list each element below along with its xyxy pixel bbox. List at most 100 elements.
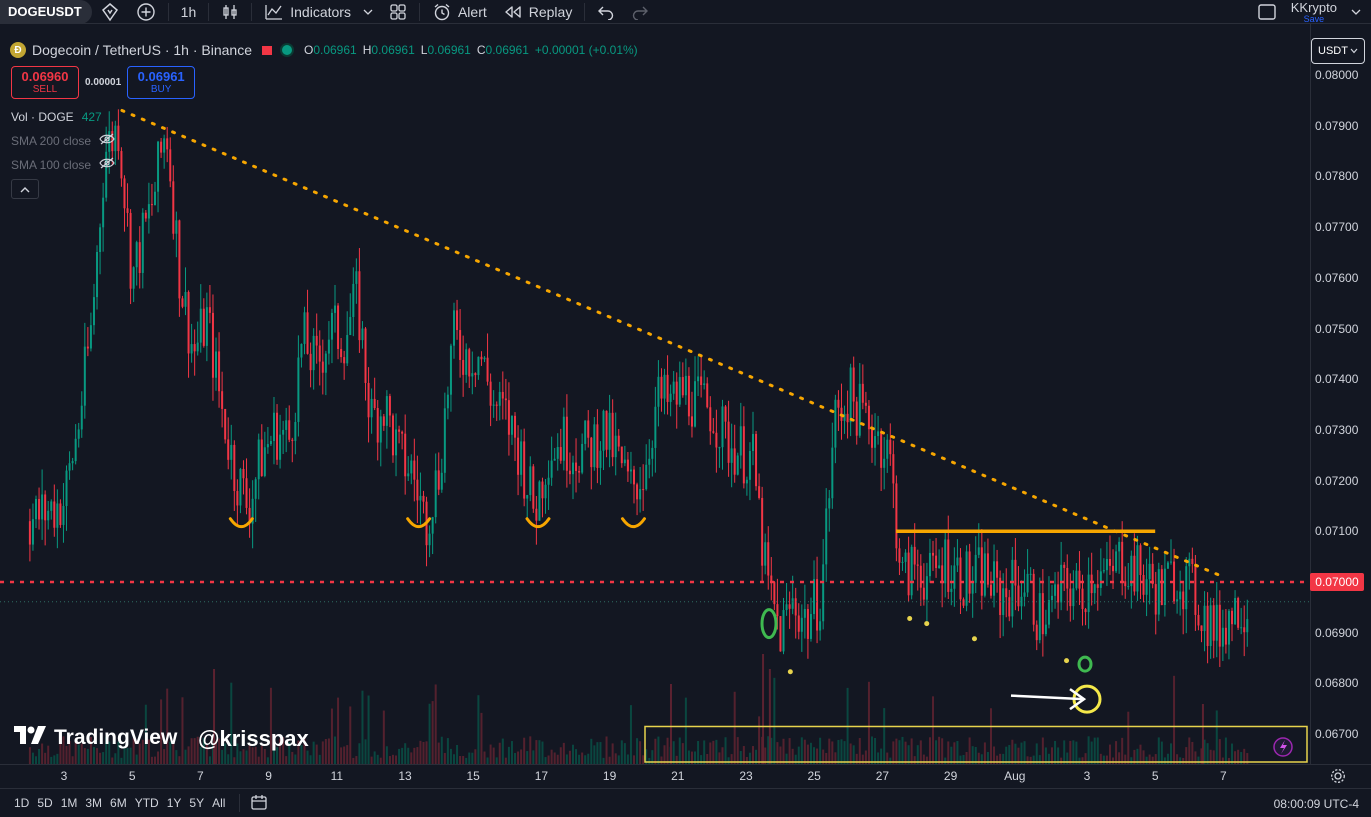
templates-button[interactable] bbox=[381, 0, 415, 24]
candle-body bbox=[1127, 586, 1130, 588]
gear-icon[interactable] bbox=[1330, 768, 1346, 787]
volume-bar bbox=[806, 744, 809, 764]
interval-button[interactable]: 1h bbox=[173, 0, 205, 24]
volume-bar bbox=[83, 748, 86, 764]
candle-body bbox=[907, 552, 910, 596]
candle-body bbox=[391, 415, 394, 456]
candle-body bbox=[1011, 559, 1014, 617]
collapse-legend-button[interactable] bbox=[11, 179, 39, 199]
volume-bar bbox=[425, 741, 428, 764]
volume-bar bbox=[398, 748, 401, 764]
alarm-clock-icon bbox=[432, 2, 452, 22]
wick-low-marker bbox=[1064, 658, 1070, 664]
price-tick-label: 0.07500 bbox=[1315, 321, 1359, 336]
undo-button[interactable] bbox=[589, 0, 623, 24]
volume-bar bbox=[762, 654, 765, 764]
range-button-all[interactable]: All bbox=[208, 796, 229, 810]
volume-bar bbox=[401, 747, 404, 764]
candle-body bbox=[1136, 545, 1139, 592]
range-button-1d[interactable]: 1D bbox=[10, 796, 33, 810]
redo-button[interactable] bbox=[623, 0, 657, 24]
add-symbol-button[interactable] bbox=[128, 0, 164, 24]
volume-bar bbox=[1191, 741, 1194, 764]
compare-symbol-button[interactable] bbox=[92, 0, 128, 24]
candle-body bbox=[1240, 627, 1243, 629]
volume-bar bbox=[910, 738, 913, 764]
bottom-arc bbox=[620, 517, 646, 529]
candle-body bbox=[1194, 563, 1197, 615]
clock-timezone[interactable]: 08:00:09 UTC-4 bbox=[1274, 797, 1359, 811]
spread-value: 0.00001 bbox=[85, 77, 122, 88]
fullscreen-icon[interactable] bbox=[1257, 3, 1277, 21]
pair-title[interactable]: Dogecoin / TetherUS · 1h · Binance bbox=[32, 42, 252, 58]
candle-body bbox=[315, 335, 318, 346]
time-tick-label: 23 bbox=[739, 769, 753, 783]
range-button-1y[interactable]: 1Y bbox=[163, 796, 186, 810]
candle-body bbox=[913, 546, 916, 565]
candle-body bbox=[651, 447, 654, 459]
candle-body bbox=[880, 431, 883, 468]
candle-body bbox=[352, 283, 355, 318]
volume-bar bbox=[150, 756, 153, 764]
user-layout-button[interactable]: KKrypto Save bbox=[1291, 1, 1337, 24]
volume-bar bbox=[590, 738, 593, 764]
candle-body bbox=[1108, 559, 1111, 566]
range-button-3m[interactable]: 3M bbox=[81, 796, 106, 810]
range-button-5d[interactable]: 5D bbox=[33, 796, 56, 810]
candle-body bbox=[1234, 598, 1237, 625]
sell-button[interactable]: 0.06960 SELL bbox=[11, 66, 79, 99]
volume-bar bbox=[1029, 756, 1032, 764]
volume-bar bbox=[596, 742, 599, 764]
candle-body bbox=[1142, 575, 1145, 595]
volume-bar bbox=[935, 740, 938, 764]
calendar-range-icon[interactable] bbox=[250, 794, 268, 813]
replay-button[interactable]: Replay bbox=[495, 0, 581, 24]
candle-body bbox=[153, 191, 156, 206]
volume-bar bbox=[904, 741, 907, 764]
currency-unit-button[interactable]: USDT bbox=[1311, 38, 1365, 64]
candle-body bbox=[1215, 604, 1218, 641]
candle-body bbox=[510, 415, 513, 435]
volume-bar bbox=[1115, 741, 1118, 764]
volume-bar bbox=[526, 751, 529, 764]
flag-icon[interactable] bbox=[261, 45, 272, 55]
range-button-1m[interactable]: 1M bbox=[57, 796, 82, 810]
eye-hidden-icon[interactable] bbox=[99, 157, 115, 172]
volume-bar bbox=[733, 691, 736, 764]
range-button-6m[interactable]: 6M bbox=[106, 796, 131, 810]
volume-bar bbox=[35, 756, 38, 764]
volume-indicator-legend[interactable]: Vol · DOGE 427 bbox=[11, 110, 102, 124]
volume-bar bbox=[327, 738, 330, 764]
volume-bar bbox=[956, 740, 959, 764]
price-axis[interactable] bbox=[1310, 24, 1371, 764]
candle-body bbox=[1063, 564, 1066, 568]
volume-bar bbox=[657, 736, 660, 764]
candle-body bbox=[227, 439, 230, 460]
chart-pane[interactable] bbox=[0, 24, 1310, 764]
alert-button[interactable]: Alert bbox=[424, 0, 495, 24]
price-chart[interactable] bbox=[0, 24, 1310, 764]
indicators-button[interactable]: Indicators bbox=[256, 0, 381, 24]
volume-bar bbox=[257, 756, 260, 764]
eye-hidden-icon[interactable] bbox=[99, 133, 115, 148]
time-axis[interactable]: 3 5 7 9 11 13 15 17 19 21 23 25 27 29 Aug 3 5 7 bbox=[0, 764, 1371, 788]
candle-body bbox=[547, 477, 550, 485]
chevron-down-icon[interactable] bbox=[363, 8, 373, 16]
volume-bar bbox=[928, 737, 931, 764]
candle-body bbox=[514, 415, 517, 438]
chevron-down-icon[interactable] bbox=[1351, 8, 1361, 16]
candle-body bbox=[282, 429, 285, 435]
candle-body bbox=[56, 503, 59, 528]
volume-bar bbox=[642, 755, 645, 764]
range-button-5y[interactable]: 5Y bbox=[185, 796, 208, 810]
symbol-search-button[interactable]: DOGEUSDT bbox=[0, 0, 92, 24]
chart-type-button[interactable] bbox=[213, 0, 247, 24]
range-button-ytd[interactable]: YTD bbox=[131, 796, 163, 810]
buy-button[interactable]: 0.06961 BUY bbox=[127, 66, 196, 99]
volume-bar bbox=[547, 755, 550, 764]
candle-body bbox=[233, 444, 236, 492]
sma100-legend[interactable]: SMA 100 close bbox=[11, 157, 115, 172]
alert-label: Alert bbox=[457, 3, 487, 20]
sma200-legend[interactable]: SMA 200 close bbox=[11, 133, 115, 148]
candle-body bbox=[471, 373, 474, 377]
